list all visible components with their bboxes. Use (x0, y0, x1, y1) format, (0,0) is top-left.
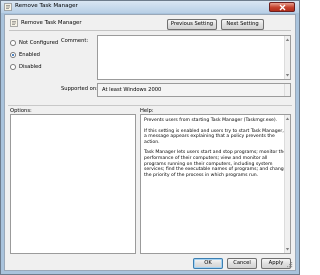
section-divider (8, 105, 292, 106)
comment-label: Comment: (61, 38, 89, 44)
title-bar[interactable]: Remove Task Manager (1, 1, 299, 13)
radio-circle[interactable] (10, 64, 16, 70)
dialog-window: Remove Task Manager Remove Task Manager … (0, 0, 300, 275)
policy-setting-icon (10, 19, 18, 27)
supported-scrollbar[interactable] (284, 84, 290, 96)
close-button[interactable] (269, 2, 295, 12)
comment-scrollbar[interactable] (284, 36, 290, 79)
ok-button[interactable]: OK (193, 258, 223, 269)
options-panel (10, 114, 136, 254)
radio-label: Enabled (19, 52, 40, 58)
previous-setting-button[interactable]: Previous Setting (167, 19, 217, 30)
help-paragraph: Prevents users from starting Task Manage… (144, 118, 278, 123)
supported-on-field: At least Windows 2000 (97, 83, 291, 97)
scroll-up-icon[interactable] (285, 37, 290, 43)
radio-not-configured[interactable]: Not Configured (10, 39, 58, 47)
help-panel[interactable]: Prevents users from starting Task Manage… (140, 114, 291, 254)
cancel-button[interactable]: Cancel (227, 258, 257, 269)
help-paragraph: If this setting is enabled and users try… (144, 128, 284, 145)
radio-enabled[interactable]: Enabled (10, 51, 40, 59)
resize-grip-icon[interactable] (287, 262, 293, 268)
radio-circle[interactable] (10, 52, 16, 58)
help-scrollbar[interactable] (284, 115, 290, 253)
radio-circle[interactable] (10, 40, 16, 46)
radio-label: Not Configured (19, 40, 59, 46)
setting-name: Remove Task Manager (21, 20, 82, 26)
comment-textarea[interactable] (97, 35, 291, 80)
scroll-down-icon[interactable] (285, 246, 290, 252)
close-icon (279, 4, 286, 11)
dialog-client-area: Remove Task Manager Previous Setting Nex… (4, 14, 296, 271)
next-setting-button[interactable]: Next Setting (221, 19, 264, 30)
supported-on-value: At least Windows 2000 (102, 87, 162, 93)
scroll-up-icon[interactable] (285, 116, 290, 122)
radio-label: Disabled (19, 64, 42, 70)
supported-on-label: Supported on: (61, 86, 98, 92)
header-divider (9, 30, 291, 31)
window-title: Remove Task Manager (15, 3, 78, 9)
scroll-down-icon[interactable] (285, 72, 290, 78)
policy-setting-icon (4, 3, 12, 11)
help-paragraph: Task Manager lets users start and stop p… (144, 150, 287, 178)
radio-disabled[interactable]: Disabled (10, 63, 42, 71)
